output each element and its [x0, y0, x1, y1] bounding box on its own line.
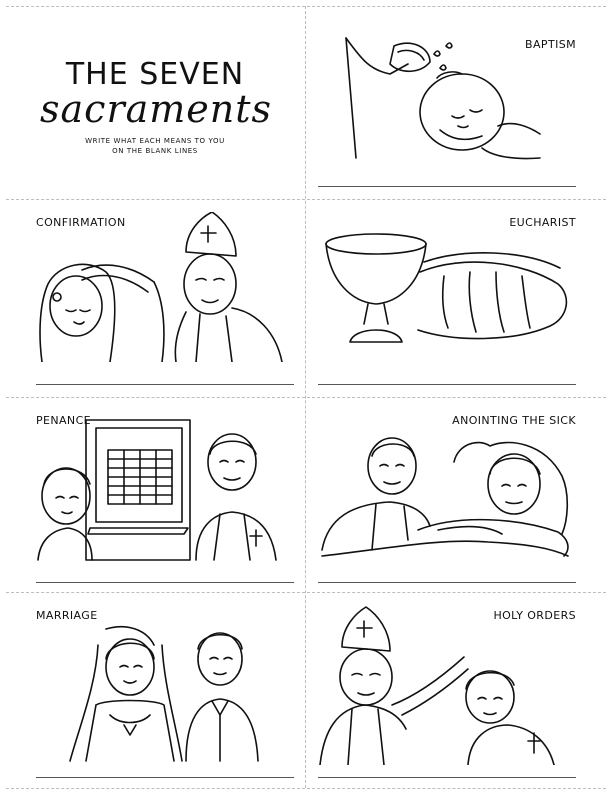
answer-line[interactable] — [36, 384, 294, 385]
answer-line[interactable] — [318, 384, 576, 385]
marriage-illustration — [36, 615, 294, 765]
page-title-script: sacraments — [40, 87, 273, 131]
title-card: THE SEVEN sacraments WRITE WHAT EACH MEA… — [40, 45, 273, 175]
anointing-illustration — [318, 430, 576, 564]
card-label: EUCHARIST — [509, 216, 576, 229]
worksheet-page: THE SEVEN sacraments WRITE WHAT EACH MEA… — [0, 0, 612, 793]
cut-line-row2 — [6, 397, 606, 398]
card-holy-orders: HOLY ORDERS — [318, 605, 576, 783]
answer-line[interactable] — [318, 582, 576, 583]
cut-line-row1 — [6, 199, 606, 200]
answer-line[interactable] — [36, 777, 294, 778]
baptism-illustration — [342, 30, 542, 165]
card-eucharist: EUCHARIST — [318, 212, 576, 388]
confirmation-illustration — [36, 212, 294, 362]
instructions-line-1: WRITE WHAT EACH MEANS TO YOU — [85, 137, 225, 145]
answer-line[interactable] — [318, 777, 576, 778]
card-marriage: MARRIAGE — [36, 605, 294, 783]
card-baptism: BAPTISM — [318, 30, 576, 190]
penance-illustration — [36, 418, 294, 562]
cut-line-top — [6, 6, 606, 7]
answer-line[interactable] — [318, 186, 576, 187]
holy-orders-illustration — [318, 605, 576, 765]
answer-line[interactable] — [36, 582, 294, 583]
instructions-line-2: ON THE BLANK LINES — [112, 147, 198, 155]
card-penance: PENANCE — [36, 410, 294, 586]
card-confirmation: CONFIRMATION — [36, 212, 294, 388]
eucharist-illustration — [324, 232, 574, 362]
card-label: ANOINTING THE SICK — [452, 414, 576, 427]
card-anointing: ANOINTING THE SICK — [318, 410, 576, 586]
cut-line-row3 — [6, 592, 606, 593]
cut-line-bottom — [6, 788, 606, 789]
cut-line-center — [305, 6, 306, 788]
